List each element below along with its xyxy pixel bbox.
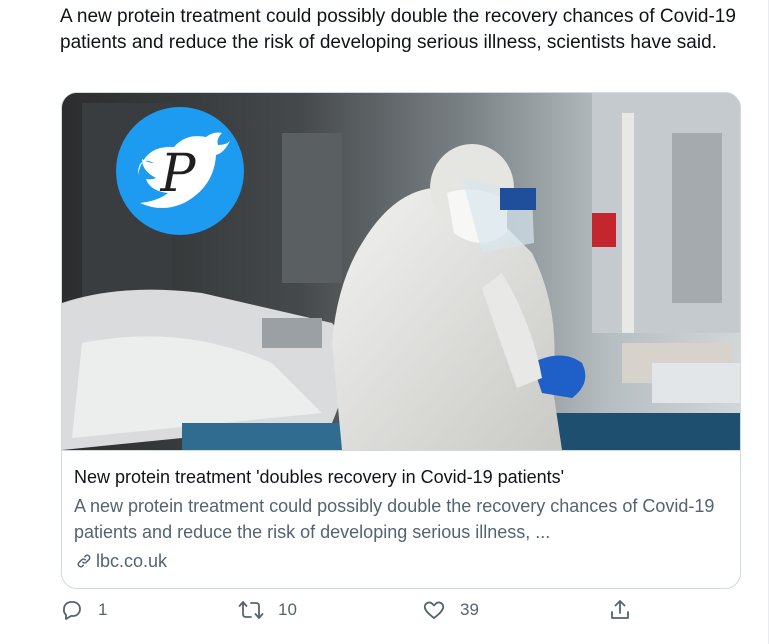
card-domain-text: lbc.co.uk [96,551,168,571]
retweet-button[interactable]: 10 [238,598,297,622]
action-bar: 1 10 39 [60,598,660,634]
tweet-frame: A new protein treatment could possibly d… [0,0,769,644]
card-description: A new protein treatment could possibly d… [74,496,715,542]
retweet-icon [238,601,264,619]
share-icon [611,600,629,619]
reply-count: 1 [98,600,108,619]
tweet-text: A new protein treatment could possibly d… [60,6,736,53]
twitter-p-logo-icon: P [116,107,244,235]
like-count: 39 [460,600,479,619]
card-image[interactable]: P [62,93,740,450]
retweet-count: 10 [278,600,297,619]
share-button[interactable] [608,598,632,622]
link-icon [77,554,91,568]
heart-icon [423,601,445,619]
like-button[interactable]: 39 [422,598,479,622]
card-body: New protein treatment 'doubles recovery … [62,450,740,573]
link-card[interactable]: P New protein treatment 'doubles recover… [61,92,741,589]
card-domain[interactable]: lbc.co.uk [74,549,728,573]
logo-letter: P [160,144,197,204]
reply-icon [63,601,81,620]
reply-button[interactable]: 1 [60,598,107,622]
card-title[interactable]: New protein treatment 'doubles recovery … [74,465,728,489]
